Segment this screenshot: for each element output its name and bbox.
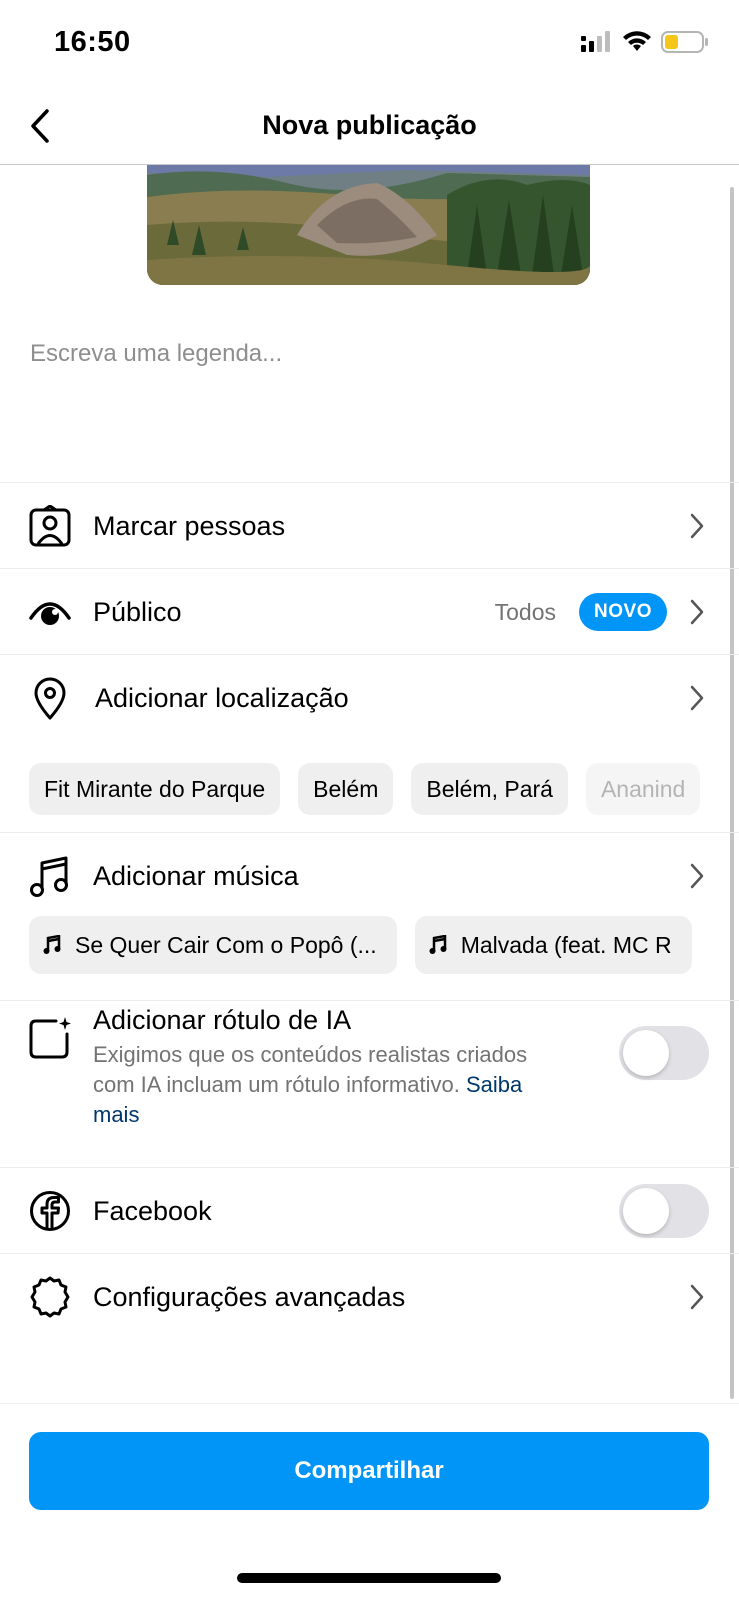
audience-label: Público [93, 596, 182, 627]
chevron-right-icon [685, 861, 709, 891]
chevron-right-icon [685, 683, 709, 713]
home-indicator[interactable] [237, 1573, 501, 1583]
status-icons [581, 30, 709, 54]
ai-label-description: Exigimos que os conteúdos realistas cria… [93, 1040, 543, 1130]
music-suggestions: Se Quer Cair Com o Popô (... Malvada (fe… [29, 916, 739, 974]
status-time: 16:50 [54, 26, 131, 58]
landscape-image [147, 165, 590, 285]
add-location-label: Adicionar localização [95, 682, 349, 713]
add-music-label: Adicionar música [93, 860, 299, 891]
divider [0, 1403, 739, 1404]
location-chip[interactable]: Fit Mirante do Parque [29, 763, 281, 815]
eye-icon [28, 590, 72, 634]
advanced-settings-row[interactable]: Configurações avançadas [0, 1254, 739, 1340]
music-note-icon [28, 854, 72, 898]
tag-person-icon [28, 504, 72, 548]
location-chip[interactable]: Ananind [585, 763, 701, 815]
wifi-icon [623, 31, 651, 51]
tag-people-row[interactable]: Marcar pessoas [0, 483, 739, 569]
facebook-label: Facebook [93, 1195, 212, 1226]
settings-gear-icon [28, 1275, 72, 1319]
tag-people-label: Marcar pessoas [93, 510, 286, 541]
new-badge: NOVO [579, 593, 667, 631]
facebook-icon [28, 1189, 72, 1233]
audience-row[interactable]: Público Todos NOVO [0, 569, 739, 655]
location-chip[interactable]: Belém [298, 763, 394, 815]
location-chip[interactable]: Belém, Pará [411, 763, 568, 815]
music-note-small-icon [429, 935, 447, 954]
cellular-signal-icon [581, 31, 610, 52]
toggle-knob [623, 1030, 669, 1076]
chevron-right-icon [685, 1282, 709, 1312]
advanced-settings-label: Configurações avançadas [93, 1281, 406, 1312]
share-button[interactable]: Compartilhar [29, 1432, 709, 1510]
location-suggestions: Fit Mirante do Parque Belém Belém, Pará … [29, 763, 739, 815]
battery-icon [661, 31, 708, 53]
status-bar: 16:50 [0, 0, 739, 90]
audience-value: Todos [494, 598, 556, 625]
page-title: Nova publicação [262, 110, 477, 140]
ai-label-title: Adicionar rótulo de IA [93, 1005, 352, 1035]
music-chip-label: Se Quer Cair Com o Popô (... [75, 931, 377, 958]
music-chip[interactable]: Malvada (feat. MC R [414, 916, 692, 974]
facebook-toggle[interactable] [619, 1184, 709, 1238]
music-note-small-icon [43, 935, 61, 954]
add-location-row[interactable]: Adicionar localização [0, 655, 739, 741]
ai-label-description-text: Exigimos que os conteúdos realistas cria… [93, 1042, 528, 1097]
nav-bar: Nova publicação [0, 90, 739, 165]
ai-label-toggle[interactable] [619, 1026, 709, 1080]
toggle-knob [623, 1188, 669, 1234]
location-pin-icon [28, 676, 72, 720]
add-music-row[interactable]: Adicionar música [0, 833, 739, 919]
music-chip[interactable]: Se Quer Cair Com o Popô (... [29, 916, 397, 974]
chevron-right-icon [685, 597, 709, 627]
ai-label-row: Adicionar rótulo de IA Exigimos que os c… [0, 1000, 739, 1150]
post-image[interactable] [147, 165, 590, 285]
music-chip-label: Malvada (feat. MC R [460, 931, 672, 958]
chevron-right-icon [685, 511, 709, 541]
facebook-row: Facebook [0, 1168, 739, 1254]
caption-input[interactable]: Escreva uma legenda... [30, 340, 282, 368]
ai-label-icon [28, 1016, 72, 1065]
